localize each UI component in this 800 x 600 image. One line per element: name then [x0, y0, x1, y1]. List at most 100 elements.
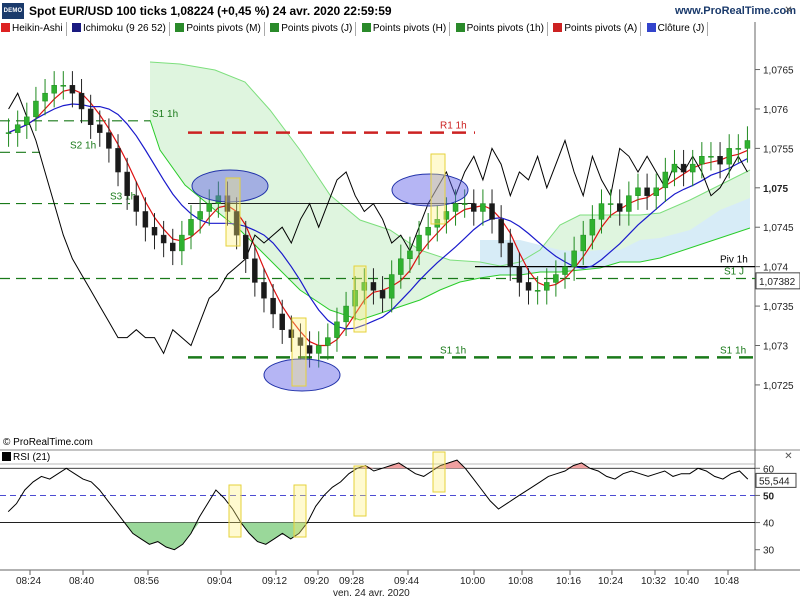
candle-body — [97, 124, 103, 133]
candle-body — [60, 85, 67, 87]
y-tick-label: 1,0755 — [763, 144, 794, 155]
candle-body — [671, 163, 678, 173]
candle-body — [689, 163, 696, 173]
candle-body — [5, 132, 12, 134]
pivot-label: S3 1h — [110, 192, 136, 203]
candle-body — [370, 282, 377, 291]
y-tick-label: 1,073 — [763, 342, 788, 353]
pivot-label: S1 1h — [720, 345, 746, 356]
candle-body — [662, 171, 669, 189]
candle-body — [106, 132, 112, 149]
x-tick-label: 10:00 — [460, 576, 485, 587]
candle-body — [708, 156, 714, 158]
candle-body — [33, 100, 39, 118]
candle-body — [115, 148, 121, 173]
chart-canvas: S1 1h S2 1h S3 1h R1 1h Piv 1hS1 J S1 1h S1 1h… — [0, 22, 800, 599]
candle-body — [343, 305, 349, 323]
candle-body — [78, 92, 85, 110]
credit-text: © ProRealTime.com — [3, 437, 93, 448]
x-tick-label: 08:40 — [69, 576, 94, 587]
candle-body — [489, 203, 495, 220]
x-tick-label: 08:56 — [134, 576, 159, 587]
rsi-legend[interactable]: RSI (21) — [2, 451, 50, 464]
candle-body — [252, 258, 258, 283]
candle-body — [261, 282, 267, 299]
y-tick-label: 1,076 — [763, 105, 788, 116]
rsi-line — [7, 459, 749, 551]
candle-body — [124, 171, 130, 196]
candle-body — [580, 234, 586, 252]
highlight-box — [353, 265, 367, 333]
highlight-box — [228, 484, 242, 538]
candle-body — [133, 195, 140, 212]
y-tick-label: 1,0735 — [763, 302, 794, 313]
candle-body — [644, 187, 650, 196]
candle-body — [616, 203, 623, 212]
candle-body — [388, 274, 395, 299]
candle-body — [325, 337, 331, 346]
highlight-box — [293, 484, 307, 538]
candle-body — [726, 148, 732, 165]
pivot-label: S2 1h — [70, 140, 96, 151]
candle-body — [598, 203, 605, 220]
x-tick-label: 10:40 — [674, 576, 699, 587]
candle-body — [653, 187, 659, 196]
rsi-last-label: 55,544 — [759, 476, 790, 487]
y-tick-label: 1,0765 — [763, 66, 794, 77]
candle-body — [14, 124, 21, 133]
candle-body — [461, 203, 468, 205]
date-label: ven. 24 avr. 2020 — [333, 588, 410, 599]
pivot-label: S1 1h — [152, 109, 178, 120]
candle-body — [42, 92, 48, 102]
candle-body — [151, 226, 158, 236]
candle-body — [425, 226, 431, 236]
candle-body — [315, 345, 322, 354]
candle-body — [306, 345, 313, 354]
highlight-box — [225, 177, 241, 247]
legend-swatch-icon — [2, 452, 11, 461]
y-tick-label: 1,074 — [763, 263, 788, 274]
candle-body — [407, 250, 413, 260]
candle-body — [626, 195, 632, 212]
candle-body — [553, 274, 559, 283]
pivot-label: R1 1h — [440, 121, 467, 132]
candle-body — [507, 242, 514, 267]
candle-body — [379, 290, 386, 299]
candle-body — [717, 156, 723, 165]
x-tick-label: 10:08 — [508, 576, 533, 587]
candle-body — [452, 203, 459, 212]
candle-body — [416, 234, 422, 252]
x-tick-label: 10:48 — [714, 576, 739, 587]
candle-body — [498, 219, 504, 244]
x-tick-label: 10:24 — [598, 576, 623, 587]
highlight-box — [432, 451, 446, 493]
pivot-label: S1 J — [724, 266, 744, 277]
candle-body — [51, 85, 57, 94]
highlight-box — [291, 317, 307, 387]
rsi-tick-label: 50 — [763, 491, 775, 502]
candle-body — [270, 297, 276, 315]
x-tick-label: 09:28 — [339, 576, 364, 587]
candle-body — [699, 156, 705, 165]
candle-body — [525, 282, 532, 291]
candle-body — [188, 219, 194, 236]
candle-body — [471, 203, 477, 212]
candle-body — [206, 203, 212, 212]
x-tick-label: 09:12 — [262, 576, 287, 587]
pivot-label: S1 1h — [440, 345, 466, 356]
x-tick-label: 08:24 — [16, 576, 41, 587]
candle-body — [562, 266, 568, 275]
candle-body — [680, 163, 687, 173]
candle-body — [735, 148, 742, 150]
candle-body — [544, 282, 550, 291]
candle-body — [480, 203, 486, 212]
x-tick-label: 09:20 — [304, 576, 329, 587]
x-tick-label: 09:44 — [394, 576, 419, 587]
y-tick-label: 1,0725 — [763, 381, 794, 392]
candle-body — [534, 290, 541, 292]
candle-body — [242, 234, 249, 260]
candle-body — [516, 266, 523, 283]
y-tick-label: 1,0745 — [763, 223, 794, 234]
candle-body — [24, 116, 30, 125]
candle-body — [334, 321, 340, 338]
